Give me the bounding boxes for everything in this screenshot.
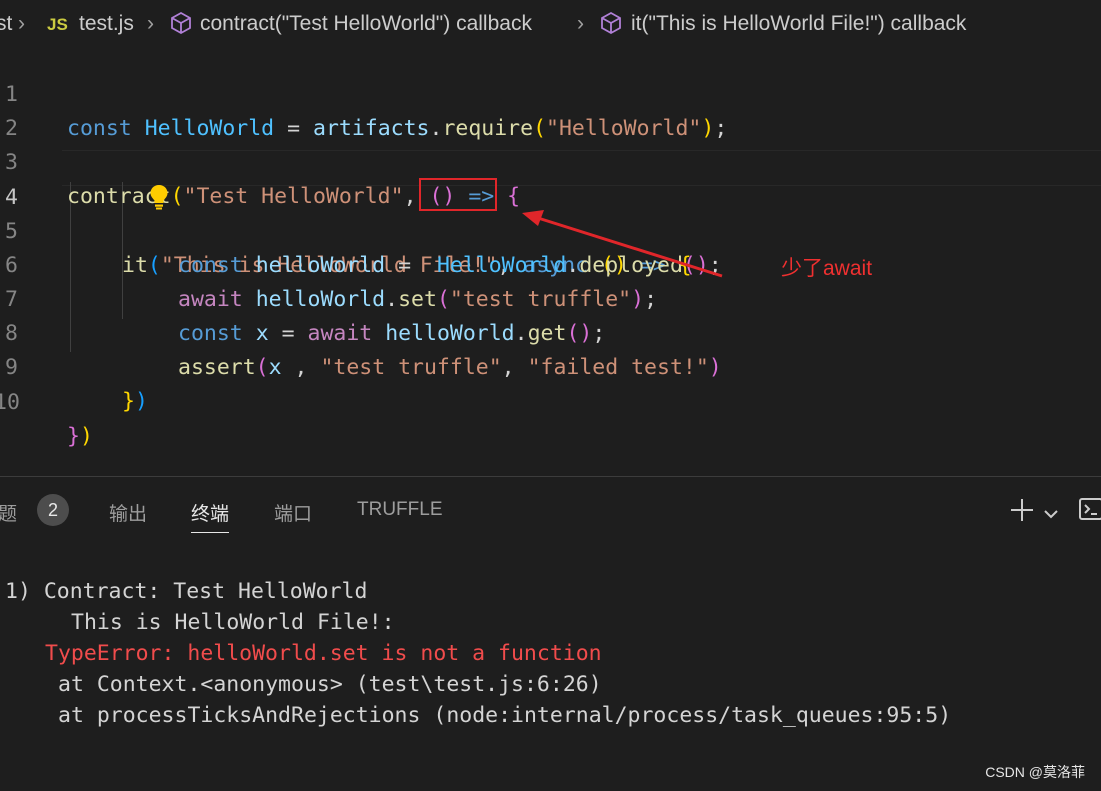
- tab-truffle[interactable]: TRUFFLE: [357, 499, 443, 521]
- watermark: CSDN @莫洛菲: [985, 764, 1085, 780]
- code-line: 3 contract("Test HelloWorld", () => {: [0, 112, 1101, 209]
- breadcrumb-file[interactable]: test.js: [79, 12, 134, 36]
- js-file-icon: JS: [47, 15, 68, 34]
- terminal-icon[interactable]: [1078, 496, 1101, 528]
- cube-icon: [170, 11, 192, 41]
- code-text: }): [67, 424, 93, 449]
- chevron-right-icon: ›: [577, 12, 584, 35]
- terminal-line: at Context.<anonymous> (test\test.js:6:2…: [58, 672, 602, 697]
- cube-icon: [600, 11, 622, 41]
- line-number: 10: [0, 390, 20, 415]
- terminal-line: This is HelloWorld File!:: [71, 610, 395, 635]
- code-line: 4 it("This is HelloWorld File!", async (…: [0, 147, 1101, 278]
- breadcrumb-folder[interactable]: st: [0, 12, 12, 36]
- terminal-line: at processTicksAndRejections (node:inter…: [58, 703, 952, 728]
- breadcrumb-contract-callback[interactable]: contract("Test HelloWorld") callback: [200, 12, 532, 36]
- bottom-panel: 题 2 输出 终端 端口 TRUFFLE 1) Contract: Test H…: [0, 476, 1101, 791]
- code-text: }): [122, 389, 148, 414]
- problems-count-badge: 2: [37, 494, 69, 526]
- tab-output[interactable]: 输出: [109, 499, 147, 526]
- annotation-arrow: [522, 210, 723, 278]
- breadcrumb: st › JS test.js › contract("Test HelloWo…: [0, 8, 1101, 44]
- tab-terminal[interactable]: 终端: [191, 499, 230, 533]
- code-line: 2: [0, 78, 1101, 141]
- code-line: 9 }): [0, 317, 1101, 414]
- panel-tabs: 题 2 输出 终端 端口 TRUFFLE: [0, 477, 1101, 535]
- annotation-text: 少了await: [781, 257, 873, 280]
- terminal-error-line: TypeError: helloWorld.set is not a funct…: [45, 641, 602, 666]
- chevron-right-icon: ›: [18, 12, 25, 35]
- code-line: 10 }): [0, 352, 1101, 449]
- tab-problems[interactable]: 题: [0, 499, 17, 526]
- breadcrumb-it-callback[interactable]: it("This is HelloWorld File!") callback: [631, 12, 966, 36]
- terminal-line: 1) Contract: Test HelloWorld: [5, 579, 368, 604]
- chevron-down-icon[interactable]: [1043, 504, 1059, 526]
- chevron-right-icon: ›: [147, 12, 154, 35]
- plus-icon[interactable]: [1009, 497, 1035, 529]
- code-line: 1 const HelloWorld = artifacts.require("…: [0, 44, 1101, 141]
- tab-ports[interactable]: 端口: [274, 499, 312, 526]
- annotation-highlight-box: [419, 178, 497, 211]
